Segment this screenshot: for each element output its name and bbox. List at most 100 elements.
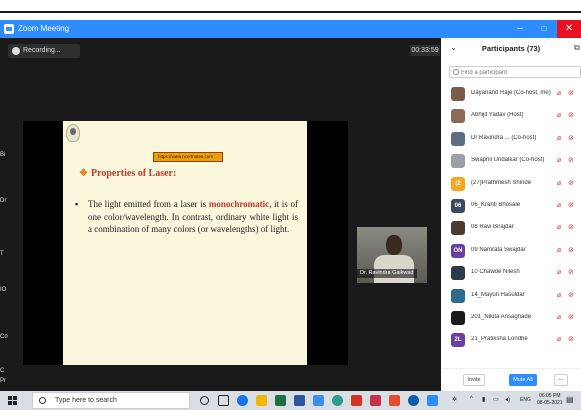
avatar <box>451 311 465 325</box>
participant-name: 14_Mayuri Hasuldar <box>471 291 525 298</box>
speaker-head <box>386 235 402 255</box>
panel-footer: Invite Mute All ... <box>441 368 581 391</box>
avatar: (2 <box>451 176 465 191</box>
chrome-icon[interactable] <box>237 395 248 406</box>
mic-muted-icon: ⌀ <box>557 179 562 187</box>
participant-row[interactable]: 08 Ravi Birajdar ⌀ ⊘ <box>441 218 581 240</box>
participant-row[interactable]: Abhijit Yadav (Host) ⌀ ⊘ <box>441 106 581 128</box>
participant-row[interactable]: 201_Nikita Ansaghade ⌀ ⊘ <box>441 308 581 330</box>
participant-search[interactable] <box>449 66 581 78</box>
video-off-icon: ⊘ <box>568 202 574 209</box>
chevron-up-icon[interactable]: ^ <box>470 396 473 402</box>
gallery-name-fragment: Co <box>0 334 8 340</box>
mic-muted-icon: ⌀ <box>557 336 562 344</box>
volume-icon[interactable]: ◂) <box>505 396 510 403</box>
slide-body: The light emitted from a laser is monoch… <box>88 198 298 236</box>
participant-row[interactable]: 14_Mayuri Hasuldar ⌀ ⊘ <box>441 286 581 308</box>
url-banner: https://www.ncertnotes.com <box>153 152 223 162</box>
presentation-slide: https://www.ncertnotes.com ❖ Properties o… <box>63 121 307 365</box>
participant-row[interactable]: (2 (27)Prathmesh Shinde ⌀ ⊘ <box>441 174 581 196</box>
app-icon[interactable] <box>351 395 362 406</box>
settings-icon[interactable]: ✲ <box>452 396 457 403</box>
network-icon[interactable]: ▭ <box>493 396 499 403</box>
participant-name: 06_Kranti Bhosale <box>471 202 521 208</box>
zoom-taskbar-icon[interactable] <box>408 395 419 406</box>
participant-name: 10 Chawde Nilesh <box>471 269 520 276</box>
video-off-icon: ⊘ <box>568 112 574 120</box>
participant-name: 09 Namrata Swajdar <box>471 246 526 253</box>
browser-icon[interactable] <box>332 395 343 406</box>
recording-label: Recording... <box>23 47 61 54</box>
participant-name: Dayanand Raje (Co-host, me) <box>471 90 551 96</box>
participant-row[interactable]: Dr Ravindra ... (Co-host) ⌀ ⊘ <box>441 129 581 151</box>
participant-name: Dr Ravindra ... (Co-host) <box>471 134 537 141</box>
video-off-icon: ⊘ <box>568 179 574 187</box>
language-indicator[interactable]: ENG <box>520 397 531 403</box>
clock-time: 06:05 PM <box>539 393 561 399</box>
avatar: 06 <box>451 199 465 213</box>
participants-title: Participants (73) <box>481 44 541 53</box>
gallery-name-fragment: Dr <box>0 198 7 204</box>
participant-name: Swapnil Undalkar (Co-host) <box>471 157 545 164</box>
slide-heading-text: Properties of Laser: <box>90 168 177 179</box>
word-icon[interactable] <box>294 395 305 406</box>
app-icon[interactable] <box>389 395 400 406</box>
windows-start-icon[interactable] <box>8 396 17 405</box>
video-off-icon: ⊘ <box>568 246 574 254</box>
search-icon <box>39 397 46 404</box>
slide-text: The light emitted from a laser is <box>88 199 209 209</box>
participant-row[interactable]: Dayanand Raje (Co-host, me) ⌀ ⊘ <box>441 84 581 106</box>
invite-button[interactable]: Invite <box>463 374 485 386</box>
more-button[interactable]: ... <box>554 374 568 386</box>
participant-row[interactable]: 2L 21_Pratiksha Londhe ⌀ ⊘ <box>441 330 581 352</box>
recording-indicator[interactable]: Recording... <box>8 44 80 58</box>
gallery-name-fragment: Pr <box>0 378 6 384</box>
battery-icon[interactable]: ▮ <box>482 396 485 403</box>
participant-name: 201_Nikita Ansaghade <box>471 314 532 320</box>
zoom-taskbar-icon[interactable] <box>427 395 438 406</box>
speaker-name: Dr. Ravindra Gaikwad <box>360 270 414 276</box>
participant-row[interactable]: Swapnil Undalkar (Co-host) ⌀ ⊘ <box>441 151 581 173</box>
file-explorer-icon[interactable] <box>256 395 267 406</box>
slide-heading: ❖ Properties of Laser: <box>79 168 176 179</box>
diamond-bullet-icon: ❖ <box>79 168 88 179</box>
popout-icon[interactable]: ⧉ <box>574 43 580 53</box>
video-off-icon: ⊘ <box>568 269 574 277</box>
cortana-icon[interactable] <box>200 396 209 405</box>
notifications-icon[interactable]: ▤ <box>566 395 574 404</box>
mute-all-button[interactable]: Mute All <box>509 374 537 386</box>
window-title: Zoom Meeting <box>18 24 70 33</box>
zoom-app-icon <box>4 24 14 34</box>
video-off-icon: ⊘ <box>568 224 574 232</box>
mic-muted-icon: ⌀ <box>557 134 562 142</box>
participant-row[interactable]: ON 09 Namrata Swajdar ⌀ ⊘ <box>441 241 581 263</box>
app-icon[interactable] <box>370 395 381 406</box>
mic-muted-icon: ⌀ <box>557 314 562 321</box>
video-tile[interactable]: Dr. Ravindra Gaikwad <box>357 227 427 283</box>
meeting-timer: 00:33:59 <box>410 45 440 56</box>
app-icon[interactable] <box>313 395 324 406</box>
mic-muted-icon: ⌀ <box>557 202 562 209</box>
gallery-name-fragment: C <box>0 368 5 374</box>
close-button[interactable]: ✕ <box>557 20 581 38</box>
avatar <box>451 109 465 124</box>
minimize-button[interactable]: – <box>508 20 532 38</box>
video-off-icon: ⊘ <box>568 134 574 142</box>
participant-row[interactable]: 10 Chawde Nilesh ⌀ ⊘ <box>441 263 581 285</box>
clock-date: 08-05-2021 <box>537 400 563 406</box>
video-off-icon: ⊘ <box>568 291 574 299</box>
screen-share[interactable]: https://www.ncertnotes.com ❖ Properties o… <box>23 121 348 365</box>
task-view-icon[interactable] <box>218 395 229 406</box>
avatar: ON <box>451 243 465 258</box>
maximize-button[interactable]: □ <box>532 20 556 38</box>
avatar <box>451 87 465 101</box>
video-off-icon: ⊘ <box>568 90 574 97</box>
video-off-icon: ⊘ <box>568 336 574 344</box>
search-icon <box>453 69 459 75</box>
search-input[interactable] <box>461 68 579 77</box>
taskbar-search[interactable]: Type here to search <box>32 392 190 409</box>
excel-icon[interactable] <box>275 395 286 406</box>
participant-row[interactable]: 06 06_Kranti Bhosale ⌀ ⊘ <box>441 196 581 218</box>
taskbar: Type here to search ✲ ^ ▮ ▭ ◂) ENG 06:05… <box>0 391 581 410</box>
clock[interactable]: 06:05 PM 08-05-2021 <box>537 393 563 407</box>
